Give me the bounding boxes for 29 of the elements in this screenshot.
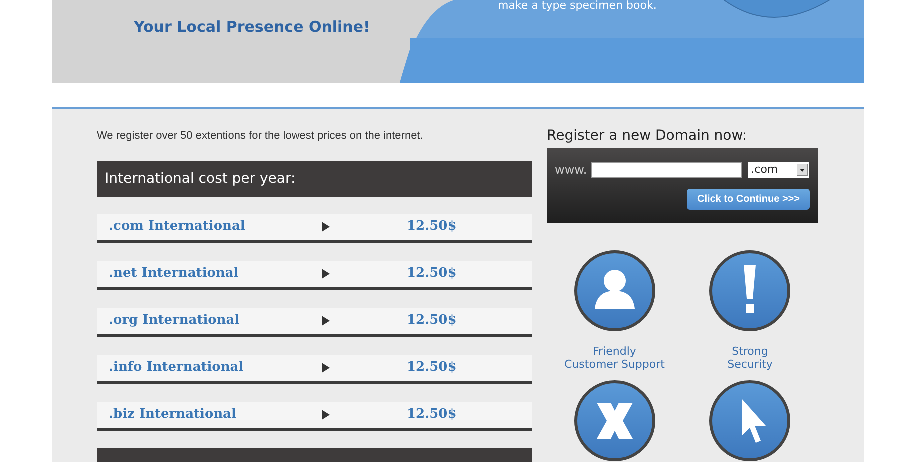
table-title: International cost per year:	[97, 161, 532, 197]
domain-name: .biz International	[108, 406, 238, 424]
domain-name: .net International	[108, 265, 240, 284]
play-arrow-icon	[322, 363, 330, 373]
form-title: Register a new Domain now:	[547, 127, 748, 146]
feature-label: Friendly Customer Support	[564, 345, 665, 371]
caret-icon	[797, 164, 808, 176]
play-arrow-icon	[322, 316, 330, 326]
price: 12.50$	[407, 406, 457, 424]
www-label: www.	[555, 162, 588, 179]
domain-name: .info International	[108, 359, 245, 378]
price: 12.50$	[407, 312, 457, 330]
price: 12.50$	[407, 218, 457, 236]
domain-input[interactable]	[591, 162, 742, 178]
price: 12.50$	[407, 265, 457, 284]
tagline: Your Local Presence Online!	[134, 17, 370, 38]
play-arrow-icon	[322, 222, 330, 232]
domain-name: .org International	[108, 312, 241, 330]
banner-caption: make a type specimen book.	[498, 0, 657, 12]
play-arrow-icon	[322, 269, 330, 279]
play-arrow-icon	[322, 410, 330, 420]
x-mark-icon	[574, 380, 656, 462]
price: 12.50$	[407, 359, 457, 378]
intro-text: We register over 50 extentions for the lowest prices on the internet.	[97, 129, 424, 144]
person-icon	[574, 250, 656, 332]
domain-name: .com International	[108, 218, 246, 236]
extension-select[interactable]: .com	[748, 162, 810, 178]
exclamation-icon	[709, 250, 792, 332]
feature-label: Strong Security	[728, 345, 773, 371]
